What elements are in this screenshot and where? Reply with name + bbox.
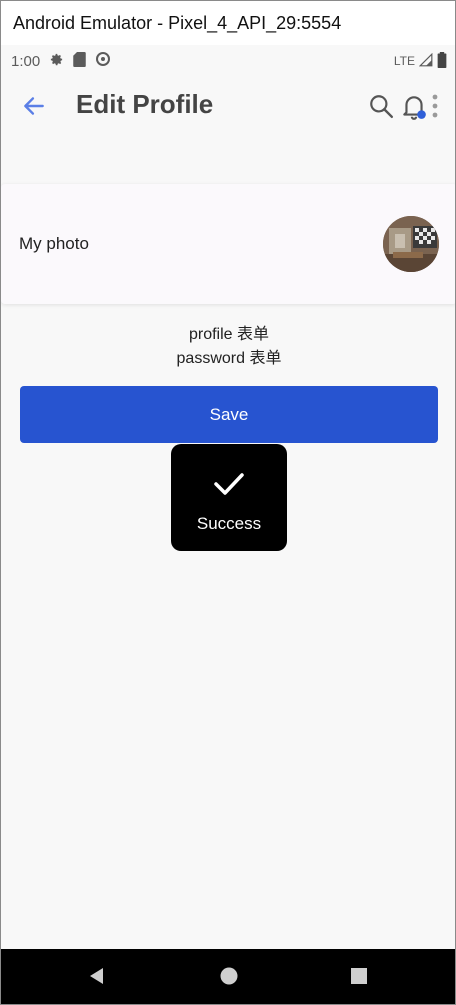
notifications-button[interactable] <box>401 93 427 121</box>
status-bar: 1:00 LTE <box>1 45 455 77</box>
system-nav-bar <box>1 949 455 1004</box>
password-form-label: password 表单 <box>176 350 282 367</box>
form-placeholders: profile 表单 password 表单 <box>1 323 455 371</box>
more-vert-icon <box>432 94 438 118</box>
profile-form-label: profile 表单 <box>188 326 270 343</box>
nav-recents-icon <box>351 968 367 984</box>
back-button[interactable] <box>21 93 47 119</box>
back-arrow-icon <box>24 97 44 115</box>
settings-icon <box>49 52 64 71</box>
status-left: 1:00 <box>11 51 111 71</box>
more-options-button[interactable] <box>430 93 440 119</box>
success-toast: Success <box>171 444 287 551</box>
my-photo-row[interactable]: My photo <box>1 184 455 304</box>
bell-icon <box>403 96 426 120</box>
search-icon <box>370 95 394 119</box>
nav-back-button[interactable] <box>87 966 107 986</box>
window-title: Android Emulator - Pixel_4_API_29:5554 <box>13 12 342 33</box>
save-button[interactable]: Save <box>20 386 438 443</box>
signal-icon <box>418 52 433 70</box>
toast-message: Success <box>196 514 262 533</box>
sd-card-icon <box>73 51 86 71</box>
status-time: 1:00 <box>11 52 41 70</box>
my-photo-label: My photo <box>19 234 89 253</box>
nav-home-icon <box>220 967 238 985</box>
battery-icon <box>437 51 447 71</box>
do-not-disturb-icon <box>95 51 111 71</box>
app-bar: Edit Profile <box>1 77 455 135</box>
nav-back-icon <box>90 968 103 984</box>
page-title: Edit Profile <box>76 89 214 119</box>
avatar[interactable] <box>383 216 439 272</box>
nav-home-button[interactable] <box>219 966 239 986</box>
search-button[interactable] <box>368 93 394 119</box>
network-type: LTE <box>393 54 415 68</box>
nav-recents-button[interactable] <box>350 967 368 985</box>
check-icon <box>214 473 244 495</box>
emulator-window: Android Emulator - Pixel_4_API_29:5554 1… <box>0 0 456 1005</box>
window-title-bar: Android Emulator - Pixel_4_API_29:5554 <box>1 1 455 45</box>
status-right: LTE <box>393 51 447 71</box>
save-button-label: Save <box>209 404 249 424</box>
